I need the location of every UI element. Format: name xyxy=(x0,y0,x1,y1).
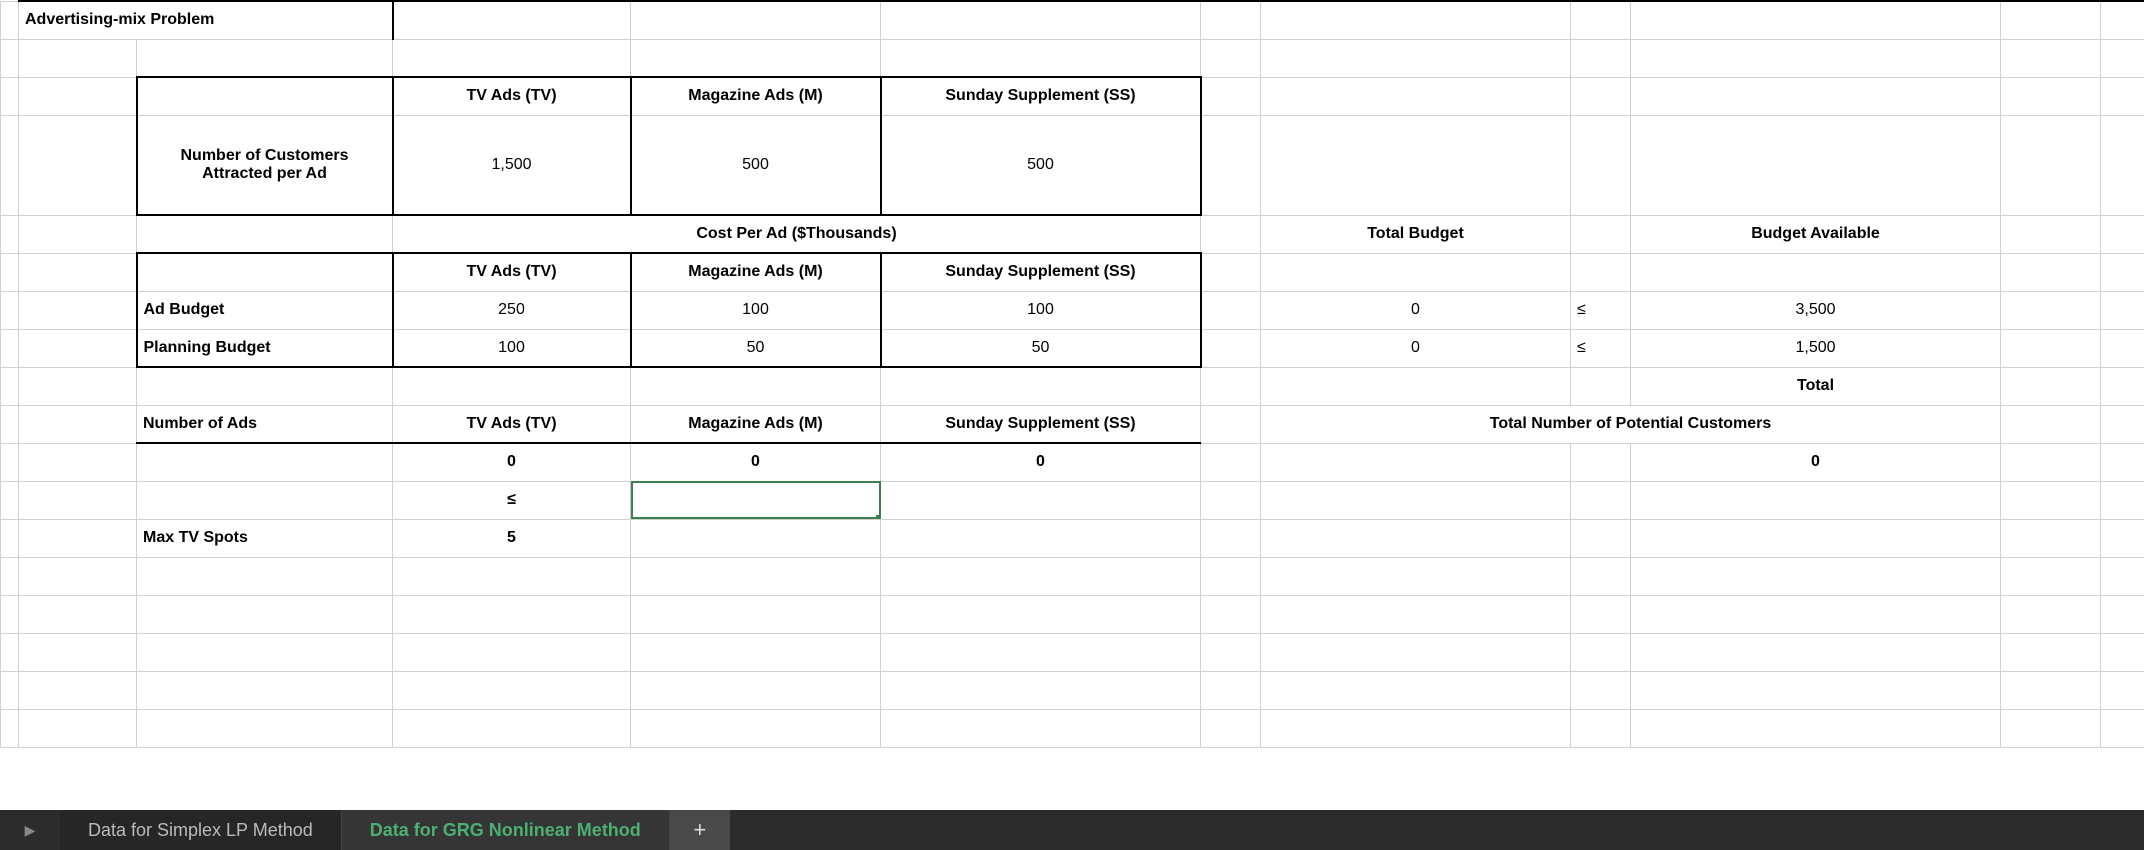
ad-budget-label: Ad Budget xyxy=(137,291,393,329)
tab-grg[interactable]: Data for GRG Nonlinear Method xyxy=(342,810,670,850)
num-ads-col-mag: Magazine Ads (M) xyxy=(631,405,881,443)
plan-budget-label: Planning Budget xyxy=(137,329,393,367)
col-mag: Magazine Ads (M) xyxy=(631,77,881,115)
ad-budget-mag[interactable]: 100 xyxy=(631,291,881,329)
num-ads-col-ss: Sunday Supplement (SS) xyxy=(881,405,1201,443)
plan-budget-avail[interactable]: 1,500 xyxy=(1631,329,2001,367)
max-tv-value[interactable]: 5 xyxy=(393,519,631,557)
total-budget-label: Total Budget xyxy=(1261,215,1571,253)
num-ads-col-tv: TV Ads (TV) xyxy=(393,405,631,443)
sheet-tab-bar: ▶ Data for Simplex LP Method Data for GR… xyxy=(0,810,2144,850)
customers-tv[interactable]: 1,500 xyxy=(393,115,631,215)
customers-label: Number of Customers Attracted per Ad xyxy=(137,115,393,215)
potential-customers-label: Total Number of Potential Customers xyxy=(1261,405,2001,443)
cost-header: Cost Per Ad ($Thousands) xyxy=(393,215,1201,253)
ad-budget-tv[interactable]: 250 xyxy=(393,291,631,329)
ad-budget-avail[interactable]: 3,500 xyxy=(1631,291,2001,329)
title-cell: Advertising-mix Problem xyxy=(19,1,393,39)
customers-ss[interactable]: 500 xyxy=(881,115,1201,215)
plan-budget-ss[interactable]: 50 xyxy=(881,329,1201,367)
ad-budget-ss[interactable]: 100 xyxy=(881,291,1201,329)
cost-col-mag: Magazine Ads (M) xyxy=(631,253,881,291)
ad-budget-total[interactable]: 0 xyxy=(1261,291,1571,329)
potential-customers-value[interactable]: 0 xyxy=(1631,443,2001,481)
num-ads-label: Number of Ads xyxy=(137,405,393,443)
spreadsheet-grid[interactable]: Advertising-mix Problem TV Ads (TV) Maga… xyxy=(0,0,2144,810)
budget-avail-label: Budget Available xyxy=(1631,215,2001,253)
cost-col-tv: TV Ads (TV) xyxy=(393,253,631,291)
num-ads-mag[interactable]: 0 xyxy=(631,443,881,481)
tab-nav-icon[interactable]: ▶ xyxy=(0,810,60,850)
active-cell[interactable] xyxy=(631,481,881,519)
plan-budget-op: ≤ xyxy=(1571,329,1631,367)
tab-simplex[interactable]: Data for Simplex LP Method xyxy=(60,810,342,850)
plan-budget-total[interactable]: 0 xyxy=(1261,329,1571,367)
col-ss: Sunday Supplement (SS) xyxy=(881,77,1201,115)
col-tv: TV Ads (TV) xyxy=(393,77,631,115)
max-tv-label: Max TV Spots xyxy=(137,519,393,557)
plan-budget-tv[interactable]: 100 xyxy=(393,329,631,367)
num-ads-ss[interactable]: 0 xyxy=(881,443,1201,481)
customers-mag[interactable]: 500 xyxy=(631,115,881,215)
tv-constraint-op: ≤ xyxy=(393,481,631,519)
add-sheet-button[interactable]: + xyxy=(670,810,730,850)
num-ads-tv[interactable]: 0 xyxy=(393,443,631,481)
total-label: Total xyxy=(1631,367,2001,405)
cost-col-ss: Sunday Supplement (SS) xyxy=(881,253,1201,291)
plan-budget-mag[interactable]: 50 xyxy=(631,329,881,367)
ad-budget-op: ≤ xyxy=(1571,291,1631,329)
